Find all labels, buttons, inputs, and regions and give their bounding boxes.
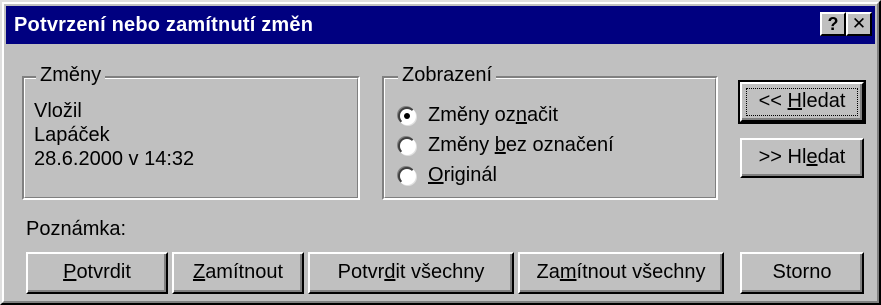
- close-button[interactable]: ✕: [846, 12, 872, 36]
- title-bar[interactable]: Potvrzení nebo zamítnutí změn ? ✕: [6, 6, 875, 44]
- radio-original-label: Originál: [428, 164, 497, 186]
- find-previous-button[interactable]: << Hledat: [738, 80, 866, 124]
- accept-all-label: Potvrdit všechny: [337, 261, 485, 283]
- radio-button-icon: [398, 107, 416, 125]
- change-datetime-text: 28.6.2000 v 14:32: [34, 148, 195, 170]
- find-next-label: >> Hledat: [758, 146, 846, 168]
- cancel-button[interactable]: Storno: [740, 252, 864, 294]
- note-label: Poznámka:: [26, 218, 127, 240]
- reject-all-button[interactable]: Zamítnout všechny: [518, 252, 724, 294]
- accept-button[interactable]: Potvrdit: [26, 252, 168, 294]
- change-action-text: Vložil: [34, 100, 82, 122]
- changes-group-legend: Změny: [36, 64, 106, 87]
- radio-selected-dot: [404, 113, 410, 119]
- reject-label: Zamítnout: [192, 261, 284, 283]
- change-author-text: Lapáček: [34, 124, 110, 146]
- accept-reject-changes-dialog: Potvrzení nebo zamítnutí změn ? ✕ Změny …: [0, 0, 881, 305]
- cancel-label: Storno: [772, 261, 832, 283]
- find-previous-label: << Hledat: [758, 90, 846, 112]
- display-group-legend: Zobrazení: [398, 64, 497, 87]
- accept-label: Potvrdit: [63, 261, 131, 283]
- display-group: Zobrazení Změny označit Změny bez označe…: [382, 64, 718, 200]
- reject-all-label: Zamítnout všechny: [536, 261, 706, 283]
- dialog-title: Potvrzení nebo zamítnutí změn: [14, 14, 314, 36]
- radio-changes-without-highlighting-label: Změny bez označení: [428, 134, 614, 156]
- radio-button-icon: [398, 167, 416, 185]
- changes-group: Změny Vložil Lapáček 28.6.2000 v 14:32: [22, 64, 360, 200]
- accept-all-button[interactable]: Potvrdit všechny: [308, 252, 514, 294]
- help-button[interactable]: ?: [820, 12, 846, 36]
- radio-highlight-changes-label: Změny označit: [428, 104, 559, 126]
- reject-button[interactable]: Zamítnout: [172, 252, 304, 294]
- find-next-button[interactable]: >> Hledat: [740, 138, 864, 178]
- radio-button-icon: [398, 137, 416, 155]
